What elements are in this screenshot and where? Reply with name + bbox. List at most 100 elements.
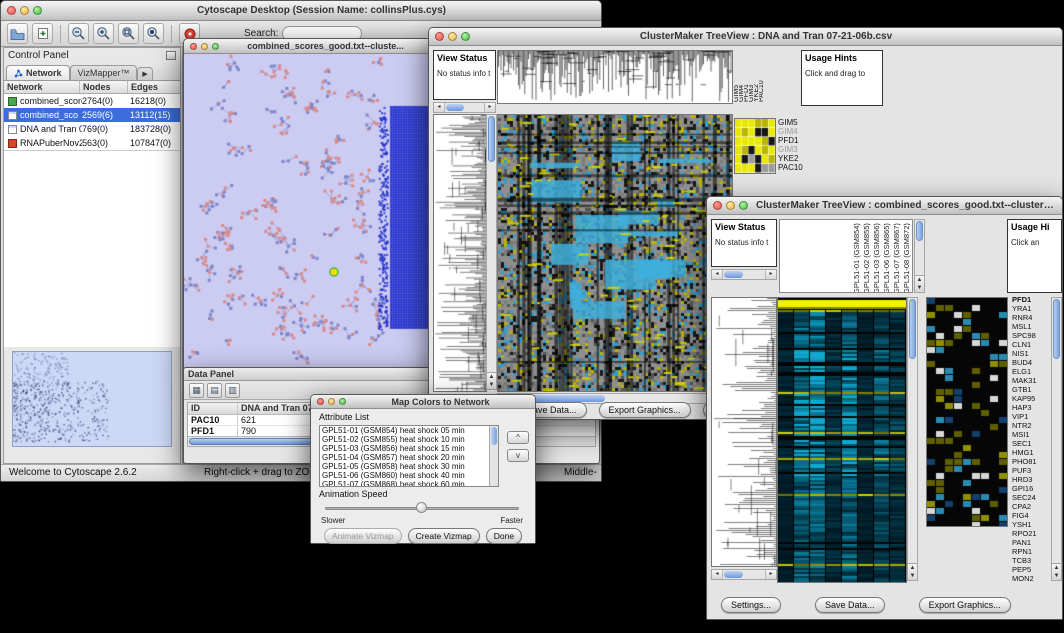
animation-speed-slider[interactable] xyxy=(321,501,523,515)
overview-canvas[interactable] xyxy=(13,352,171,446)
minimize-icon[interactable] xyxy=(20,6,29,15)
minimize-icon[interactable] xyxy=(328,398,335,405)
attribute-item[interactable]: GPL51-03 (GSM856) heat shock 15 min xyxy=(320,444,489,453)
tab-network[interactable]: Network xyxy=(6,65,70,80)
scrollbar-thumb[interactable] xyxy=(1053,299,1060,359)
zoom-window-icon[interactable] xyxy=(461,32,470,41)
close-icon[interactable] xyxy=(713,201,722,210)
scrollbar-thumb[interactable] xyxy=(491,427,497,445)
scroll-arrows[interactable]: ▲▼ xyxy=(915,275,924,292)
vertical-scrollbar[interactable]: ▲▼ xyxy=(914,219,925,293)
zoom-heatmap[interactable] xyxy=(926,297,1008,527)
scrollbar-thumb[interactable] xyxy=(724,271,743,278)
gene-label: YSH1 xyxy=(1012,520,1050,529)
scroll-right-icon[interactable]: ▸ xyxy=(484,103,495,112)
zoom-out-icon[interactable] xyxy=(68,23,89,44)
attribute-item[interactable]: GPL51-05 (GSM858) heat shock 30 min xyxy=(320,462,489,471)
attribute-item[interactable]: GPL51-07 (GSM868) heat shock 60 min xyxy=(320,480,489,487)
zoom-window-icon[interactable] xyxy=(212,43,219,50)
dialog-button[interactable]: Done xyxy=(486,528,522,544)
network-tree: combined_scores 2764(0) 16218(0) combine… xyxy=(4,94,180,150)
dialog-button[interactable]: Animate Vizmap xyxy=(324,528,402,544)
move-down-button[interactable]: v xyxy=(507,449,529,462)
vertical-scrollbar[interactable] xyxy=(489,426,498,486)
horizontal-scrollbar[interactable]: ◂ ▸ xyxy=(711,269,777,280)
tab-overflow-icon[interactable]: ▶ xyxy=(137,67,152,80)
scrollbar-thumb[interactable] xyxy=(916,221,923,241)
scrollbar-thumb[interactable] xyxy=(909,299,916,359)
attribute-list[interactable]: GPL51-01 (GSM854) heat shock 05 minGPL51… xyxy=(319,425,499,487)
create-attribute-icon[interactable]: ▤ xyxy=(207,383,222,398)
column-dendrogram[interactable] xyxy=(497,50,733,104)
float-panel-icon[interactable] xyxy=(166,51,176,60)
view-status-text: No status info t xyxy=(715,238,768,247)
dialog-titlebar[interactable]: Map Colors to Network xyxy=(311,395,535,409)
horizontal-scrollbar[interactable]: ◂ ▸ xyxy=(433,102,496,113)
zoom-selected-icon[interactable] xyxy=(143,23,164,44)
network-overview-thumbnail[interactable] xyxy=(12,351,172,447)
network-tree-row[interactable]: combined_scores 2764(0) 16218(0) xyxy=(4,94,180,108)
vertical-scrollbar[interactable]: ▲▼ xyxy=(486,114,497,390)
select-attributes-icon[interactable]: ▦ xyxy=(189,383,204,398)
treeview-button[interactable]: Save Data... xyxy=(815,597,885,613)
zoom-fit-icon[interactable] xyxy=(118,23,139,44)
scroll-arrows[interactable]: ▲▼ xyxy=(908,563,917,580)
main-window-titlebar[interactable]: Cytoscape Desktop (Session Name: collins… xyxy=(1,1,601,21)
scroll-left-icon[interactable]: ◂ xyxy=(434,103,445,112)
move-up-button[interactable]: ^ xyxy=(507,431,529,444)
import-file-icon[interactable] xyxy=(32,23,53,44)
scrollbar-track[interactable] xyxy=(723,570,765,579)
zoom-in-icon[interactable] xyxy=(93,23,114,44)
scrollbar-thumb[interactable] xyxy=(488,116,495,162)
minimize-icon[interactable] xyxy=(726,201,735,210)
close-icon[interactable] xyxy=(317,398,324,405)
scroll-arrows[interactable]: ▲▼ xyxy=(1052,563,1061,580)
treeview-dna-titlebar[interactable]: ClusterMaker TreeView : DNA and Tran 07-… xyxy=(429,28,1062,46)
correlation-matrix[interactable] xyxy=(734,118,776,174)
expression-heatmap[interactable] xyxy=(777,297,907,583)
attribute-item[interactable]: GPL51-02 (GSM855) heat shock 10 min xyxy=(320,435,489,444)
scrollbar-track[interactable] xyxy=(723,270,765,279)
tab-vizmapper[interactable]: VizMapper™ xyxy=(70,65,138,80)
vertical-scrollbar[interactable]: ▲▼ xyxy=(1051,297,1062,581)
scroll-left-icon[interactable]: ◂ xyxy=(712,570,723,579)
network-view-titlebar[interactable]: combined_scores_good.txt--cluste... xyxy=(184,39,432,54)
minimize-icon[interactable] xyxy=(448,32,457,41)
attribute-item[interactable]: GPL51-06 (GSM860) heat shock 40 min xyxy=(320,471,489,480)
close-icon[interactable] xyxy=(435,32,444,41)
row-dendrogram[interactable] xyxy=(711,297,777,567)
network-tree-row[interactable]: DNA and Tran 07 769(0) 183728(0) xyxy=(4,122,180,136)
treeview-combined-titlebar[interactable]: ClusterMaker TreeView : combined_scores_… xyxy=(707,197,1062,215)
scrollbar-thumb[interactable] xyxy=(446,104,464,111)
zoom-window-icon[interactable] xyxy=(33,6,42,15)
scroll-arrows[interactable]: ▲▼ xyxy=(487,372,496,389)
scroll-left-icon[interactable]: ◂ xyxy=(712,270,723,279)
treeview-button[interactable]: Export Graphics... xyxy=(599,402,691,418)
gene-label: GIM4 xyxy=(778,127,804,136)
network-tree-row[interactable]: RNAPuberNov2 563(0) 107847(0) xyxy=(4,136,180,150)
network-canvas[interactable] xyxy=(184,54,432,369)
minimize-icon[interactable] xyxy=(201,43,208,50)
vertical-scrollbar[interactable]: ▲▼ xyxy=(907,297,918,581)
control-panel: Control Panel Network VizMapper™ ▶ Netwo… xyxy=(3,47,181,464)
scrollbar-track[interactable] xyxy=(445,103,484,112)
slider-thumb[interactable] xyxy=(416,502,427,513)
network-tree-row[interactable]: combined_sco 2569(6) 13112(15) xyxy=(4,108,180,122)
zoom-window-icon[interactable] xyxy=(739,201,748,210)
attribute-item[interactable]: GPL51-01 (GSM854) heat shock 05 min xyxy=(320,426,489,435)
close-icon[interactable] xyxy=(7,6,16,15)
scroll-right-icon[interactable]: ▸ xyxy=(765,270,776,279)
treeview-button[interactable]: Export Graphics... xyxy=(919,597,1011,613)
horizontal-scrollbar[interactable]: ◂ ▸ xyxy=(711,569,777,580)
row-dendrogram[interactable] xyxy=(433,114,487,392)
open-folder-icon[interactable] xyxy=(7,23,28,44)
scroll-right-icon[interactable]: ▸ xyxy=(765,570,776,579)
treeview-button[interactable]: Settings... xyxy=(721,597,781,613)
zoom-window-icon[interactable] xyxy=(339,398,346,405)
attribute-batch-icon[interactable]: ▥ xyxy=(225,383,240,398)
close-icon[interactable] xyxy=(190,43,197,50)
attribute-item[interactable]: GPL51-04 (GSM857) heat shock 20 min xyxy=(320,453,489,462)
expression-heatmap[interactable] xyxy=(497,114,733,392)
dialog-button[interactable]: Create Vizmap xyxy=(408,528,480,544)
scrollbar-thumb[interactable] xyxy=(724,571,743,578)
